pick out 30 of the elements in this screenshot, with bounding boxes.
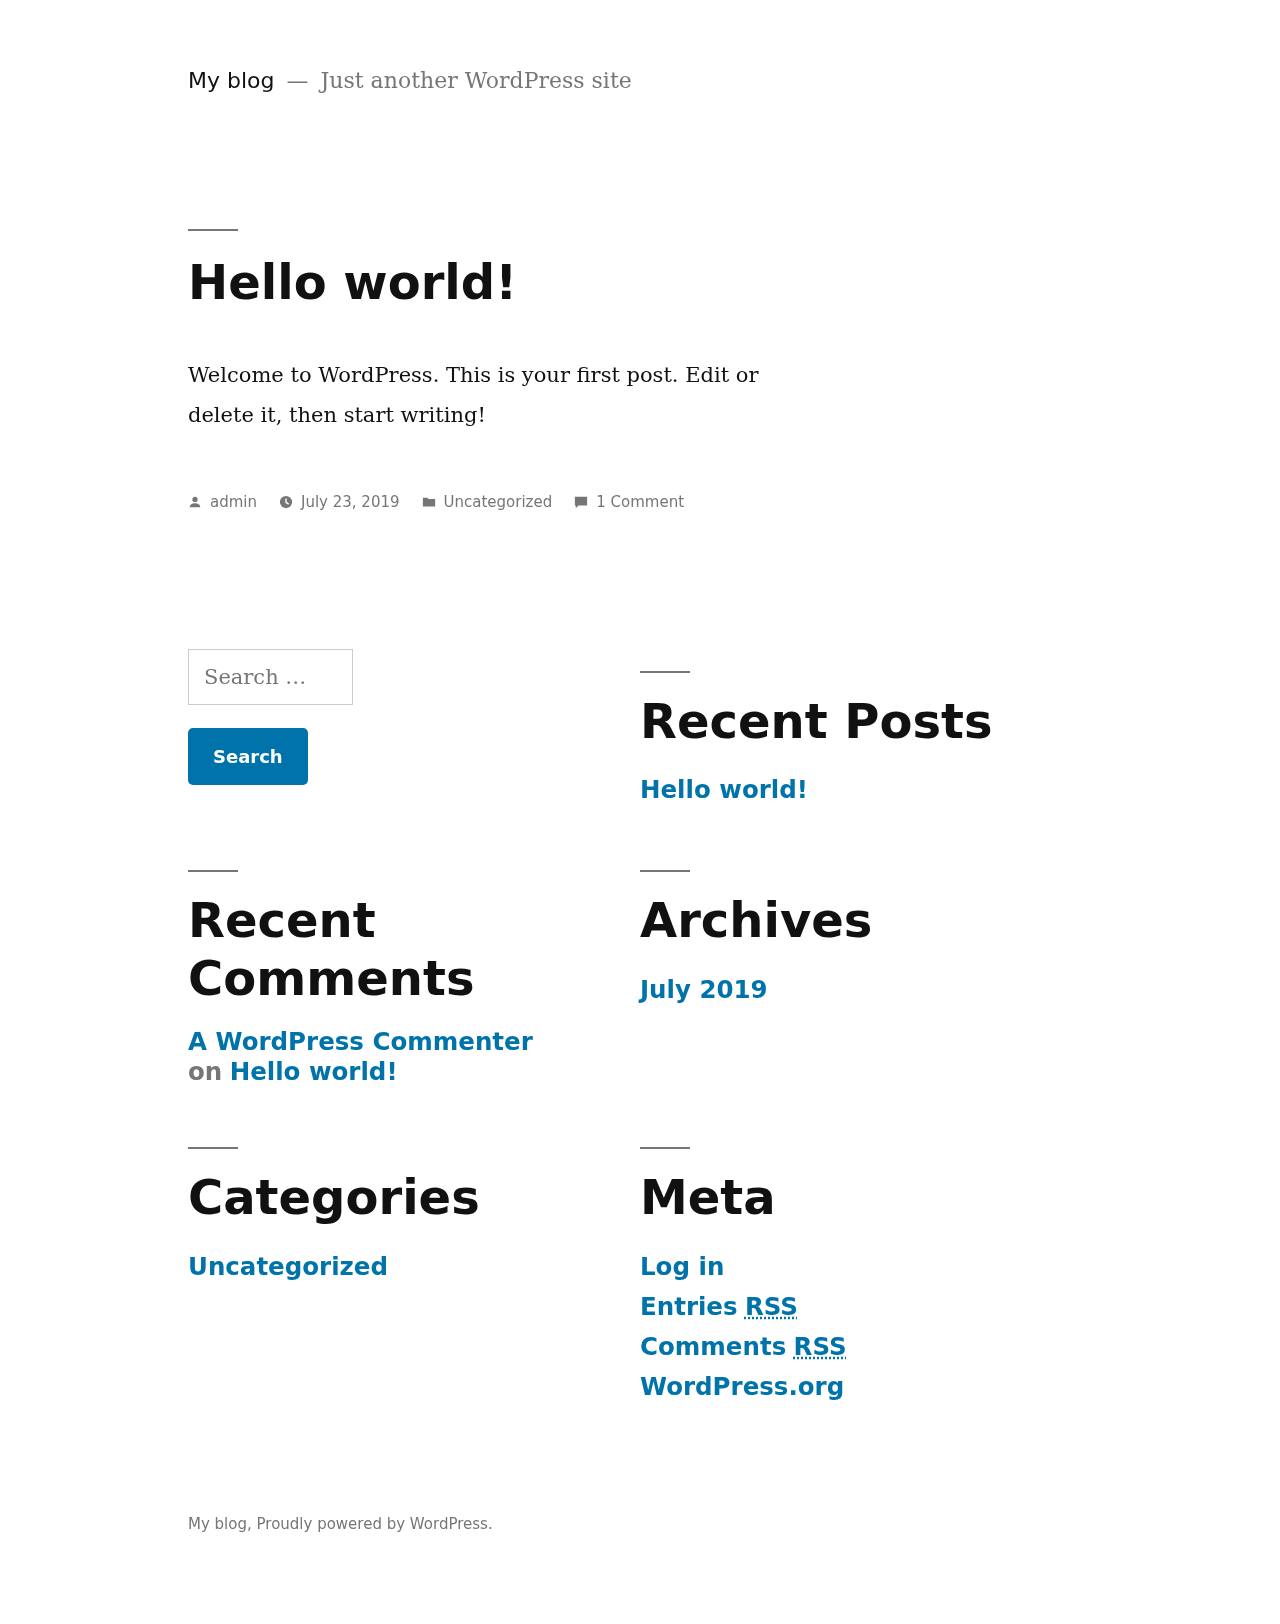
- clock-icon: [279, 494, 293, 509]
- meta-link[interactable]: WordPress.org: [640, 1366, 845, 1407]
- search-button[interactable]: Search: [188, 727, 308, 785]
- footer-text: My blog, Proudly powered by WordPress.: [188, 1514, 493, 1533]
- comment-post-link[interactable]: Hello world!: [229, 1057, 398, 1087]
- site-tagline: Just another WordPress site: [320, 68, 632, 93]
- comment-icon: [574, 494, 589, 509]
- person-icon: [188, 494, 202, 509]
- comment-author-link[interactable]: A WordPress Commenter: [188, 1027, 628, 1058]
- meta-link[interactable]: Log in: [640, 1246, 725, 1287]
- site-title[interactable]: My blog: [188, 68, 275, 93]
- post-meta-link[interactable]: admin: [210, 492, 257, 511]
- meta-link[interactable]: Entries RSS: [640, 1286, 798, 1327]
- meta-link[interactable]: Comments RSS: [640, 1326, 847, 1367]
- widget-title: Archives: [640, 892, 874, 950]
- category-link[interactable]: Uncategorized: [188, 1246, 388, 1287]
- post-meta-link[interactable]: 1 Comment: [596, 492, 685, 511]
- post-meta-link[interactable]: Uncategorized: [443, 492, 553, 511]
- recent-post-link[interactable]: Hello world!: [640, 770, 808, 811]
- comment-connector: on: [188, 1057, 223, 1087]
- widget-title: Categories: [188, 1169, 481, 1227]
- widget-title: Recent Posts: [640, 692, 994, 751]
- post-text: Welcome to WordPress. This is your first post. Edit or delete it, then start writing!: [188, 361, 760, 429]
- post-title: Hello world!: [188, 254, 518, 312]
- widget-title: Meta: [640, 1169, 777, 1227]
- search-field[interactable]: Search …: [188, 648, 353, 705]
- widget-title: Recent Comments: [188, 892, 476, 1008]
- archive-link[interactable]: July 2019: [640, 969, 768, 1010]
- title-separator: —: [286, 68, 309, 93]
- post-meta-link[interactable]: July 23, 2019: [301, 492, 400, 511]
